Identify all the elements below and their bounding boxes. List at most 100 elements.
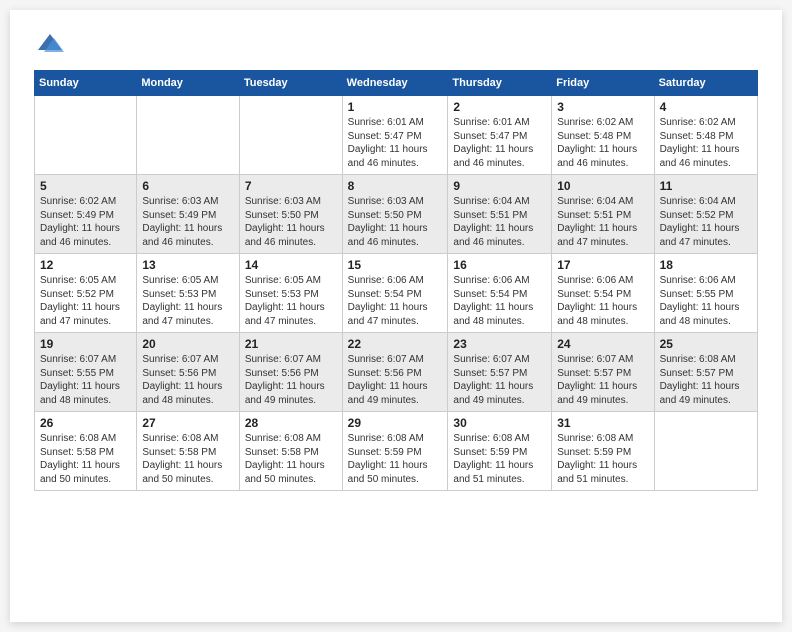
calendar-cell: 2 Sunrise: 6:01 AM Sunset: 5:47 PM Daylig… xyxy=(448,96,552,175)
calendar-cell xyxy=(35,96,137,175)
calendar-cell: 16 Sunrise: 6:06 AM Sunset: 5:54 PM Dayli… xyxy=(448,254,552,333)
calendar-cell: 8 Sunrise: 6:03 AM Sunset: 5:50 PM Daylig… xyxy=(342,175,448,254)
day-info: Sunrise: 6:08 AM Sunset: 5:58 PM Dayligh… xyxy=(245,432,337,486)
day-number: 7 xyxy=(245,179,337,193)
calendar-cell: 1 Sunrise: 6:01 AM Sunset: 5:47 PM Daylig… xyxy=(342,96,448,175)
day-number: 16 xyxy=(453,258,546,272)
calendar-cell: 6 Sunrise: 6:03 AM Sunset: 5:49 PM Daylig… xyxy=(137,175,239,254)
calendar-cell: 22 Sunrise: 6:07 AM Sunset: 5:56 PM Dayli… xyxy=(342,333,448,412)
calendar-cell: 28Sunrise: 6:08 AM Sunset: 5:58 PM Dayli… xyxy=(239,412,342,491)
calendar-cell: 7 Sunrise: 6:03 AM Sunset: 5:50 PM Daylig… xyxy=(239,175,342,254)
day-info: Sunrise: 6:06 AM Sunset: 5:54 PM Dayligh… xyxy=(348,274,443,328)
day-number: 27 xyxy=(142,416,233,430)
weekday-saturday: Saturday xyxy=(654,71,757,96)
day-number: 9 xyxy=(453,179,546,193)
calendar-cell xyxy=(239,96,342,175)
day-number: 26 xyxy=(40,416,131,430)
calendar-cell: 23 Sunrise: 6:07 AM Sunset: 5:57 PM Dayli… xyxy=(448,333,552,412)
day-number: 3 xyxy=(557,100,648,114)
day-number: 15 xyxy=(348,258,443,272)
day-info: Sunrise: 6:04 AM Sunset: 5:51 PM Dayligh… xyxy=(557,195,648,249)
day-info: Sunrise: 6:05 AM Sunset: 5:53 PM Dayligh… xyxy=(142,274,233,328)
day-info: Sunrise: 6:03 AM Sunset: 5:50 PM Dayligh… xyxy=(348,195,443,249)
day-number: 22 xyxy=(348,337,443,351)
calendar-cell: 31Sunrise: 6:08 AM Sunset: 5:59 PM Dayli… xyxy=(552,412,654,491)
calendar-cell: 12 Sunrise: 6:05 AM Sunset: 5:52 PM Dayli… xyxy=(35,254,137,333)
calendar-cell: 26 Sunrise: 6:08 AM Sunset: 5:58 PM Dayli… xyxy=(35,412,137,491)
day-info: Sunrise: 6:01 AM Sunset: 5:47 PM Dayligh… xyxy=(348,116,443,170)
weekday-tuesday: Tuesday xyxy=(239,71,342,96)
logo-icon xyxy=(36,30,64,58)
day-number: 21 xyxy=(245,337,337,351)
day-info: Sunrise: 6:04 AM Sunset: 5:52 PM Dayligh… xyxy=(660,195,752,249)
calendar-row-3: 19 Sunrise: 6:07 AM Sunset: 5:55 PM Dayli… xyxy=(35,333,758,412)
day-number: 23 xyxy=(453,337,546,351)
day-number: 17 xyxy=(557,258,648,272)
day-info: Sunrise: 6:08 AM Sunset: 5:58 PM Dayligh… xyxy=(40,432,131,486)
calendar-cell xyxy=(137,96,239,175)
calendar-row-1: 5 Sunrise: 6:02 AM Sunset: 5:49 PM Daylig… xyxy=(35,175,758,254)
calendar-cell: 3 Sunrise: 6:02 AM Sunset: 5:48 PM Daylig… xyxy=(552,96,654,175)
calendar-cell: 15 Sunrise: 6:06 AM Sunset: 5:54 PM Dayli… xyxy=(342,254,448,333)
calendar-row-0: 1 Sunrise: 6:01 AM Sunset: 5:47 PM Daylig… xyxy=(35,96,758,175)
day-number: 10 xyxy=(557,179,648,193)
day-info: Sunrise: 6:07 AM Sunset: 5:56 PM Dayligh… xyxy=(245,353,337,407)
day-info: Sunrise: 6:07 AM Sunset: 5:57 PM Dayligh… xyxy=(453,353,546,407)
calendar-cell: 13 Sunrise: 6:05 AM Sunset: 5:53 PM Dayli… xyxy=(137,254,239,333)
day-info: Sunrise: 6:03 AM Sunset: 5:49 PM Dayligh… xyxy=(142,195,233,249)
day-number: 1 xyxy=(348,100,443,114)
day-info: Sunrise: 6:08 AM Sunset: 5:57 PM Dayligh… xyxy=(660,353,752,407)
calendar-cell: 19 Sunrise: 6:07 AM Sunset: 5:55 PM Dayli… xyxy=(35,333,137,412)
day-number: 8 xyxy=(348,179,443,193)
calendar-cell: 9Sunrise: 6:04 AM Sunset: 5:51 PM Daylig… xyxy=(448,175,552,254)
calendar-cell: 24 Sunrise: 6:07 AM Sunset: 5:57 PM Dayli… xyxy=(552,333,654,412)
day-info: Sunrise: 6:08 AM Sunset: 5:58 PM Dayligh… xyxy=(142,432,233,486)
day-number: 4 xyxy=(660,100,752,114)
calendar-cell: 30Sunrise: 6:08 AM Sunset: 5:59 PM Dayli… xyxy=(448,412,552,491)
calendar-cell: 17 Sunrise: 6:06 AM Sunset: 5:54 PM Dayli… xyxy=(552,254,654,333)
day-number: 19 xyxy=(40,337,131,351)
day-info: Sunrise: 6:08 AM Sunset: 5:59 PM Dayligh… xyxy=(557,432,648,486)
page: SundayMondayTuesdayWednesdayThursdayFrid… xyxy=(10,10,782,622)
day-number: 13 xyxy=(142,258,233,272)
calendar-cell: 18Sunrise: 6:06 AM Sunset: 5:55 PM Dayli… xyxy=(654,254,757,333)
day-number: 25 xyxy=(660,337,752,351)
calendar-cell: 20Sunrise: 6:07 AM Sunset: 5:56 PM Dayli… xyxy=(137,333,239,412)
day-number: 24 xyxy=(557,337,648,351)
day-info: Sunrise: 6:06 AM Sunset: 5:54 PM Dayligh… xyxy=(453,274,546,328)
day-info: Sunrise: 6:08 AM Sunset: 5:59 PM Dayligh… xyxy=(348,432,443,486)
day-number: 30 xyxy=(453,416,546,430)
weekday-thursday: Thursday xyxy=(448,71,552,96)
day-number: 20 xyxy=(142,337,233,351)
calendar-table: SundayMondayTuesdayWednesdayThursdayFrid… xyxy=(34,70,758,491)
day-info: Sunrise: 6:07 AM Sunset: 5:56 PM Dayligh… xyxy=(348,353,443,407)
day-info: Sunrise: 6:06 AM Sunset: 5:54 PM Dayligh… xyxy=(557,274,648,328)
day-info: Sunrise: 6:02 AM Sunset: 5:49 PM Dayligh… xyxy=(40,195,131,249)
header xyxy=(34,30,758,54)
calendar-row-2: 12 Sunrise: 6:05 AM Sunset: 5:52 PM Dayli… xyxy=(35,254,758,333)
day-info: Sunrise: 6:02 AM Sunset: 5:48 PM Dayligh… xyxy=(557,116,648,170)
day-info: Sunrise: 6:03 AM Sunset: 5:50 PM Dayligh… xyxy=(245,195,337,249)
calendar-cell: 11 Sunrise: 6:04 AM Sunset: 5:52 PM Dayli… xyxy=(654,175,757,254)
day-info: Sunrise: 6:07 AM Sunset: 5:55 PM Dayligh… xyxy=(40,353,131,407)
calendar-cell: 14Sunrise: 6:05 AM Sunset: 5:53 PM Dayli… xyxy=(239,254,342,333)
calendar-cell: 10 Sunrise: 6:04 AM Sunset: 5:51 PM Dayli… xyxy=(552,175,654,254)
day-number: 11 xyxy=(660,179,752,193)
weekday-sunday: Sunday xyxy=(35,71,137,96)
day-info: Sunrise: 6:06 AM Sunset: 5:55 PM Dayligh… xyxy=(660,274,752,328)
day-number: 2 xyxy=(453,100,546,114)
day-number: 5 xyxy=(40,179,131,193)
calendar-row-4: 26 Sunrise: 6:08 AM Sunset: 5:58 PM Dayli… xyxy=(35,412,758,491)
calendar-cell: 21 Sunrise: 6:07 AM Sunset: 5:56 PM Dayli… xyxy=(239,333,342,412)
weekday-header-row: SundayMondayTuesdayWednesdayThursdayFrid… xyxy=(35,71,758,96)
calendar-cell: 27 Sunrise: 6:08 AM Sunset: 5:58 PM Dayli… xyxy=(137,412,239,491)
day-number: 12 xyxy=(40,258,131,272)
day-info: Sunrise: 6:05 AM Sunset: 5:52 PM Dayligh… xyxy=(40,274,131,328)
day-info: Sunrise: 6:07 AM Sunset: 5:57 PM Dayligh… xyxy=(557,353,648,407)
weekday-wednesday: Wednesday xyxy=(342,71,448,96)
calendar-cell: 25 Sunrise: 6:08 AM Sunset: 5:57 PM Dayli… xyxy=(654,333,757,412)
day-info: Sunrise: 6:01 AM Sunset: 5:47 PM Dayligh… xyxy=(453,116,546,170)
weekday-friday: Friday xyxy=(552,71,654,96)
calendar-cell: 4Sunrise: 6:02 AM Sunset: 5:48 PM Daylig… xyxy=(654,96,757,175)
day-number: 6 xyxy=(142,179,233,193)
